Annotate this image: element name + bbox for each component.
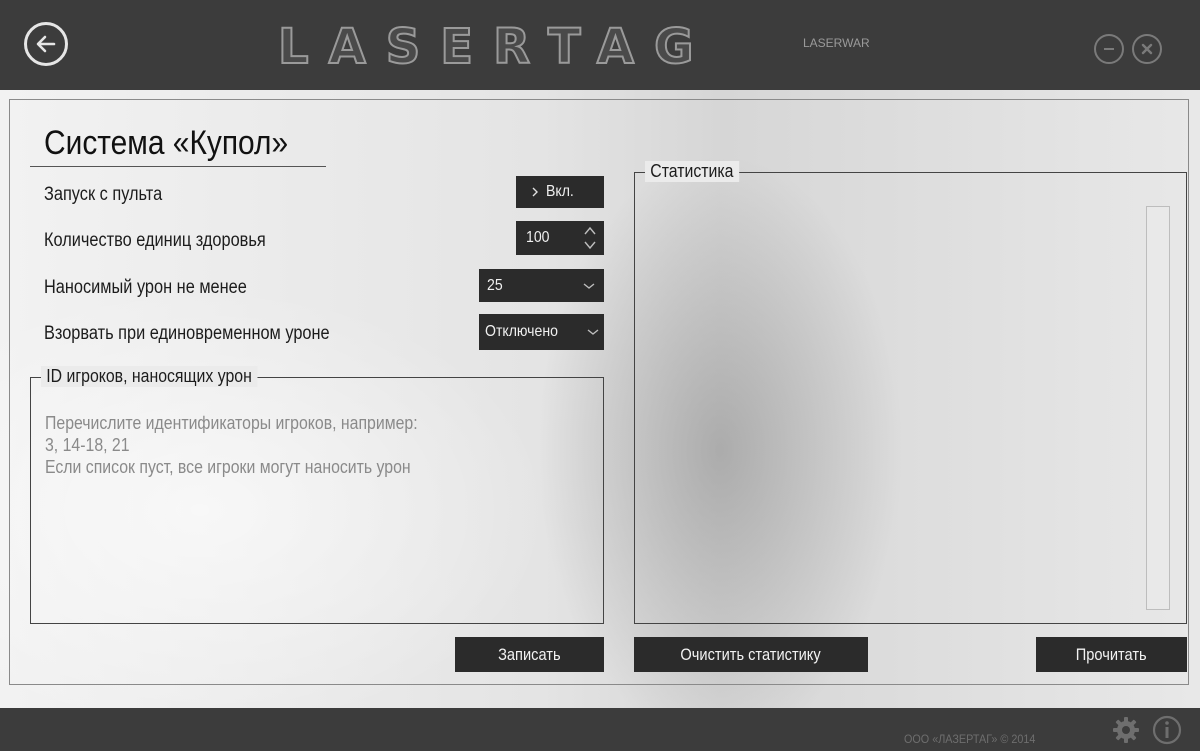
remote-launch-toggle[interactable]: Вкл. [516,176,604,208]
player-ids-legend: ID игроков, наносящих урон [41,366,258,387]
info-icon[interactable] [1152,715,1182,745]
health-units-label: Количество единиц здоровья [44,230,266,251]
player-ids-group: ID игроков, наносящих урон Перечислите и… [30,366,604,624]
close-button[interactable] [1132,34,1162,64]
copyright-text: ООО «ЛАЗЕРТАГ» © 2014 [904,732,1036,746]
clear-stats-button-label: Очистить статистику [680,644,822,664]
write-button[interactable]: Записать [455,637,604,672]
title-underline [30,166,326,167]
title-bar: LASERTAG LASERWAR [0,0,1200,90]
write-button-label: Записать [498,644,561,664]
explode-label: Взорвать при единовременном уроне [44,323,330,344]
statistics-group: Статистика [634,161,1187,624]
statistics-scrollbar[interactable] [1146,206,1170,610]
gear-icon[interactable] [1112,716,1140,744]
min-damage-value: 25 [487,276,503,294]
chevron-down-icon [587,329,599,335]
remote-launch-value: Вкл. [546,183,574,200]
remote-launch-label: Запуск с пульта [44,184,163,205]
player-ids-input[interactable]: Перечислите идентификаторы игроков, напр… [45,412,503,612]
close-icon [1141,43,1153,55]
min-damage-label: Наносимый урон не менее [44,277,247,298]
min-damage-select[interactable]: 25 [479,269,604,302]
minimize-icon [1104,48,1114,50]
chevron-down-icon [583,283,595,289]
health-units-stepper[interactable]: 100 [516,221,604,255]
back-button[interactable] [24,22,68,66]
stepper-icon[interactable] [582,224,598,252]
chevron-right-icon [532,187,538,197]
footer-bar: ООО «ЛАЗЕРТАГ» © 2014 [0,708,1200,751]
app-logo-subtitle: LASERWAR [803,36,870,50]
back-arrow-icon [36,35,56,53]
read-button[interactable]: Прочитать [1036,637,1187,672]
app-logo: LASERTAG [277,19,714,75]
explode-value: Отключено [485,323,558,340]
minimize-button[interactable] [1094,34,1124,64]
health-units-value: 100 [526,229,550,246]
page-title: Система «Купол» [44,124,289,162]
statistics-legend: Статистика [645,161,739,182]
explode-select[interactable]: Отключено [479,314,604,350]
clear-stats-button[interactable]: Очистить статистику [634,637,868,672]
read-button-label: Прочитать [1076,644,1147,664]
